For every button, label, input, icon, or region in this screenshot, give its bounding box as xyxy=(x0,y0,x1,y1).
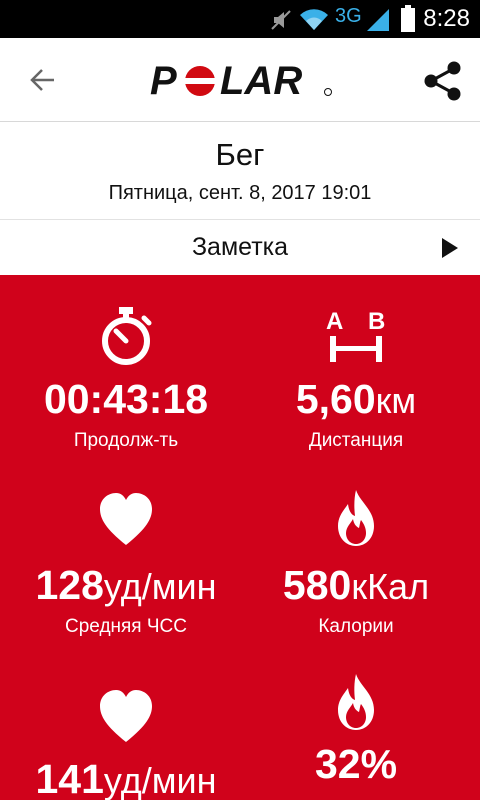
stat-label: Дистанция xyxy=(308,430,404,451)
stat-value: 580кКал xyxy=(282,562,430,608)
page-title: Бег xyxy=(215,137,265,172)
network-type: 3G xyxy=(335,5,362,27)
note-label: Заметка xyxy=(191,233,289,261)
back-button[interactable] xyxy=(22,60,62,100)
svg-text:B: B xyxy=(368,308,385,335)
session-header: Бег Пятница, сент. 8, 2017 19:01 xyxy=(0,123,480,220)
svg-text:P: P xyxy=(150,60,177,102)
session-date: Пятница, сент. 8, 2017 19:01 xyxy=(108,182,372,204)
mute-icon xyxy=(271,10,291,30)
wifi-icon xyxy=(300,9,328,31)
heart-icon xyxy=(100,690,152,742)
share-button[interactable] xyxy=(420,58,466,104)
status-bar: 3G 8:28 xyxy=(0,0,480,38)
svg-text:LAR: LAR xyxy=(220,60,302,102)
share-icon xyxy=(424,61,461,101)
svg-text:A: A xyxy=(326,308,343,335)
battery-icon xyxy=(401,5,415,32)
stats-panel: 00:43:18 Продолж-ть A B 5,60км Дистанция… xyxy=(0,275,480,800)
flame-icon xyxy=(338,674,374,730)
note-row[interactable]: Заметка xyxy=(0,221,480,275)
distance-ab-icon: A B xyxy=(326,308,385,362)
play-arrow-icon xyxy=(442,238,458,258)
stat-value: 128уд/мин xyxy=(35,562,217,608)
polar-logo: P LAR xyxy=(150,60,332,102)
signal-icon xyxy=(367,9,389,31)
app-header: P LAR xyxy=(0,38,480,122)
stat-value: 5,60км xyxy=(295,376,417,422)
stopwatch-icon xyxy=(102,307,152,365)
stat-label: Продолж-ть xyxy=(73,430,179,451)
arrow-left-icon xyxy=(30,69,54,91)
stat-value: 32% xyxy=(314,741,398,787)
stat-label: Калории xyxy=(318,616,394,637)
heart-icon xyxy=(100,493,152,545)
stat-label: Средняя ЧСС xyxy=(65,616,187,637)
flame-icon xyxy=(338,490,374,546)
status-time: 8:28 xyxy=(423,5,470,32)
stat-value: 00:43:18 xyxy=(43,376,209,422)
stat-value: 141уд/мин xyxy=(35,756,217,800)
